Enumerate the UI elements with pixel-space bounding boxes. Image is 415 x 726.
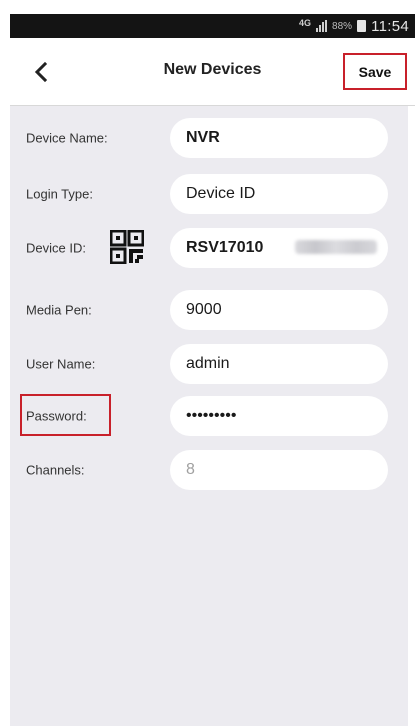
device-form: Device Name: Login Type: Device ID: Medi… <box>10 106 408 726</box>
device-name-label: Device Name: <box>26 130 108 146</box>
signal-icon <box>316 20 328 32</box>
device-name-row: Device Name: <box>10 118 408 158</box>
device-id-label: Device ID: <box>26 240 86 256</box>
nav-bar: New Devices Save <box>10 38 415 106</box>
login-type-input[interactable] <box>170 174 388 214</box>
save-button[interactable]: Save <box>343 53 407 90</box>
network-type: 4G <box>299 18 312 28</box>
media-port-input[interactable] <box>170 290 388 330</box>
device-id-row: Device ID: <box>10 228 408 268</box>
channels-label: Channels: <box>26 462 85 478</box>
qr-code-icon[interactable] <box>110 230 144 264</box>
login-type-label: Login Type: <box>26 186 93 202</box>
media-port-label: Media Pen: <box>26 302 92 318</box>
user-name-row: User Name: <box>10 344 408 384</box>
user-name-input[interactable] <box>170 344 388 384</box>
password-label: Password: <box>26 408 87 424</box>
channels-row: Channels: <box>10 450 408 490</box>
password-input[interactable] <box>170 396 388 436</box>
device-name-input[interactable] <box>170 118 388 158</box>
login-type-row: Login Type: <box>10 174 408 214</box>
channels-input[interactable] <box>170 450 388 490</box>
media-port-row: Media Pen: <box>10 290 408 330</box>
user-name-label: User Name: <box>26 356 96 372</box>
battery-icon <box>357 20 367 32</box>
password-row: Password: <box>10 394 408 436</box>
battery-percent: 88% <box>332 20 353 32</box>
status-time: 11:54 <box>371 17 409 35</box>
status-bar: 4G 88% 11:54 <box>10 14 415 38</box>
redacted-mask <box>295 240 377 254</box>
